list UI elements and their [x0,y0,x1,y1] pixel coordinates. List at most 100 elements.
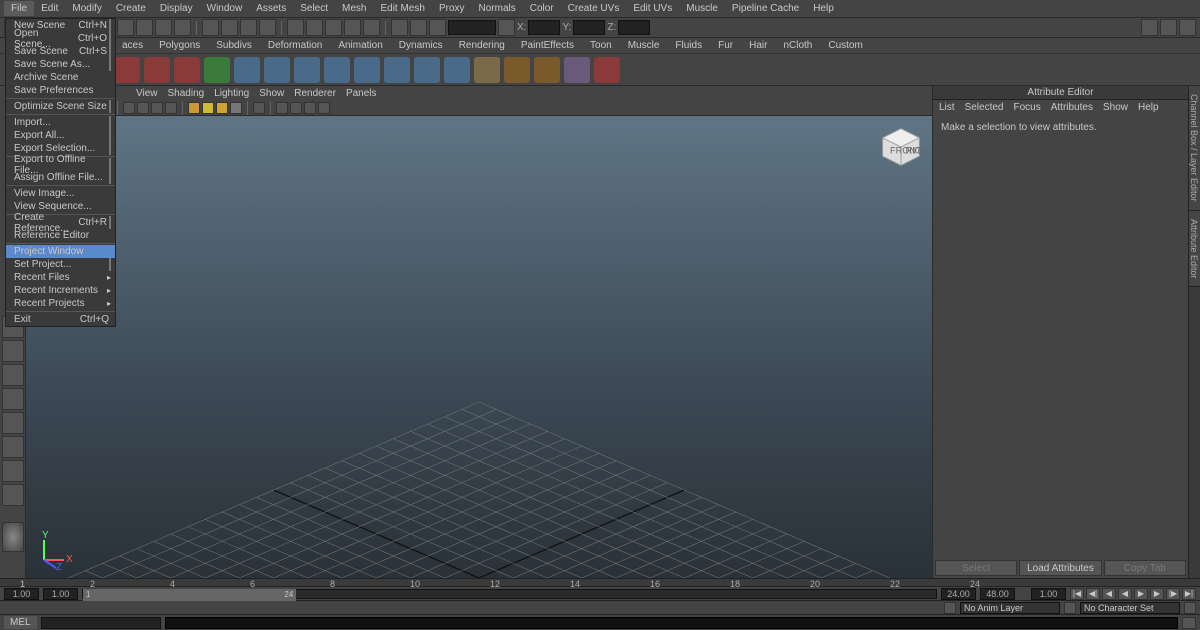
shelf-icon[interactable] [234,57,260,83]
frame-start-button[interactable]: |◀ [1070,588,1084,600]
tab-channel-box[interactable]: Channel Box / Layer Editor [1189,86,1200,211]
vp-icon[interactable] [188,102,200,114]
tab-attribute-editor[interactable]: Attribute Editor [1189,211,1200,288]
vp-icon[interactable] [230,102,242,114]
range-end[interactable] [980,588,1015,600]
toolbar-icon[interactable] [202,19,219,36]
key-next-button[interactable]: |▶ [1166,588,1180,600]
attr-menu-help[interactable]: Help [1138,102,1159,113]
menu-item-reference-editor[interactable]: Reference Editor [6,229,115,242]
menu-create[interactable]: Create [109,1,153,16]
range-end-in[interactable] [941,588,976,600]
tool-button[interactable] [2,388,24,410]
shelf-tab-muscle[interactable]: Muscle [620,39,668,52]
tool-button[interactable] [2,484,24,506]
menu-pipeline-cache[interactable]: Pipeline Cache [725,1,806,16]
shelf-tab-subdivs[interactable]: Subdivs [208,39,260,52]
copy-tab-button[interactable]: Copy Tab [1104,560,1186,576]
shelf-icon[interactable] [534,57,560,83]
menu-item-save-scene-as-[interactable]: Save Scene As... [6,58,115,71]
step-back-button[interactable]: ◀ [1102,588,1116,600]
menu-item-save-preferences[interactable]: Save Preferences [6,84,115,97]
play-back-button[interactable]: ◀ [1118,588,1132,600]
y-input[interactable] [573,20,605,35]
menu-item-project-window[interactable]: Project Window [6,245,115,258]
option-box-icon[interactable] [109,116,111,129]
option-box-icon[interactable] [109,142,111,155]
shelf-tab-polygons[interactable]: Polygons [151,39,208,52]
char-icon[interactable] [1064,602,1076,614]
menu-item-create-reference-[interactable]: Create Reference...Ctrl+R [6,216,115,229]
menu-muscle[interactable]: Muscle [679,1,725,16]
shelf-icon[interactable] [204,57,230,83]
vp-icon[interactable] [137,102,149,114]
menu-display[interactable]: Display [153,1,200,16]
option-box-icon[interactable] [109,58,111,71]
shelf-tab-deformation[interactable]: Deformation [260,39,330,52]
cmd-input[interactable] [41,617,161,629]
range-handle[interactable]: 1 24 [83,589,296,601]
menu-proxy[interactable]: Proxy [432,1,472,16]
menu-item-recent-files[interactable]: Recent Files▸ [6,271,115,284]
menu-item-set-project-[interactable]: Set Project... [6,258,115,271]
option-box-icon[interactable] [109,19,111,32]
menu-item-export-to-offline-file-[interactable]: Export to Offline File... [6,158,115,171]
toolbar-icon[interactable] [1160,19,1177,36]
toolbar-icon[interactable] [344,19,361,36]
shelf-tab-ncloth[interactable]: nCloth [775,39,820,52]
menu-mesh[interactable]: Mesh [335,1,373,16]
menu-item-import-[interactable]: Import... [6,116,115,129]
toolbar-icon[interactable] [1179,19,1196,36]
menu-normals[interactable]: Normals [472,1,523,16]
option-box-icon[interactable] [109,100,111,113]
toolbar-icon[interactable] [391,19,408,36]
load-attributes-button[interactable]: Load Attributes [1019,560,1101,576]
vp-icon[interactable] [290,102,302,114]
vp-icon[interactable] [123,102,135,114]
shelf-icon[interactable] [354,57,380,83]
shelf-tab-animation[interactable]: Animation [330,39,390,52]
menu-item-view-image-[interactable]: View Image... [6,187,115,200]
menu-item-open-scene-[interactable]: Open Scene...Ctrl+O [6,32,115,45]
menu-item-recent-increments[interactable]: Recent Increments▸ [6,284,115,297]
current-frame[interactable] [1031,588,1066,600]
shelf-tab-fluids[interactable]: Fluids [667,39,710,52]
x-input[interactable] [528,20,560,35]
vp-icon[interactable] [276,102,288,114]
shelf-icon[interactable] [594,57,620,83]
toolbar-icon[interactable] [429,19,446,36]
menu-edit[interactable]: Edit [34,1,65,16]
toolbar-icon[interactable] [136,19,153,36]
shelf-icon[interactable] [474,57,500,83]
play-fwd-button[interactable]: ▶ [1134,588,1148,600]
last-tool-icon[interactable] [2,522,24,552]
vp-icon[interactable] [216,102,228,114]
tool-button[interactable] [2,436,24,458]
menu-file[interactable]: File [4,1,34,16]
attr-menu-selected[interactable]: Selected [965,102,1004,113]
shelf-tab-dynamics[interactable]: Dynamics [391,39,451,52]
name-field[interactable] [448,20,496,35]
attr-menu-attributes[interactable]: Attributes [1051,102,1093,113]
attr-menu-list[interactable]: List [939,102,955,113]
vp-menu-panels[interactable]: Panels [346,88,377,99]
z-input[interactable] [618,20,650,35]
option-box-icon[interactable] [109,258,111,271]
menu-item-recent-projects[interactable]: Recent Projects▸ [6,297,115,310]
option-box-icon[interactable] [109,45,111,58]
menu-edit-uvs[interactable]: Edit UVs [626,1,679,16]
toolbar-icon[interactable] [410,19,427,36]
vp-icon[interactable] [165,102,177,114]
option-box-icon[interactable] [109,129,111,142]
shelf-tab-toon[interactable]: Toon [582,39,620,52]
tool-button[interactable] [2,460,24,482]
select-button[interactable]: Select [935,560,1017,576]
shelf-icon[interactable] [324,57,350,83]
toolbar-icon[interactable] [498,19,515,36]
vp-icon[interactable] [253,102,265,114]
menu-assets[interactable]: Assets [249,1,293,16]
range-start-in[interactable] [43,588,78,600]
menu-color[interactable]: Color [523,1,561,16]
toolbar-icon[interactable] [174,19,191,36]
shelf-icon[interactable] [264,57,290,83]
